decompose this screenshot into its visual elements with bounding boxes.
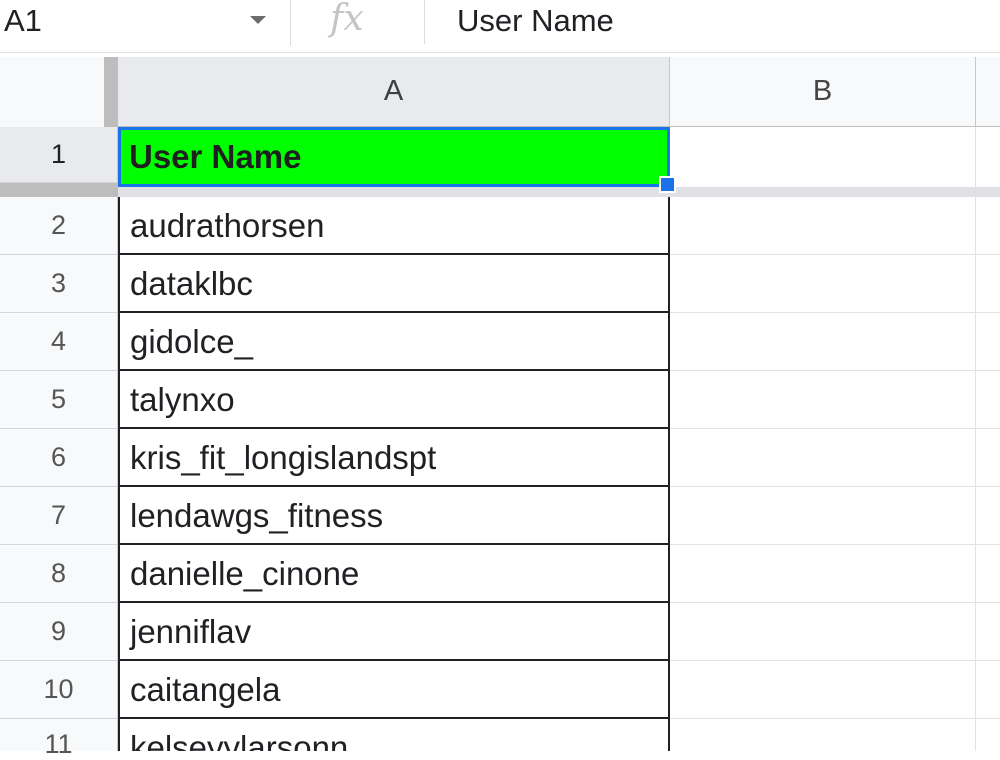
row-header[interactable]: 5 bbox=[0, 371, 118, 429]
formula-input[interactable]: User Name bbox=[457, 2, 614, 40]
row-freeze-handle[interactable] bbox=[118, 187, 1000, 197]
cell-c[interactable] bbox=[976, 429, 1000, 487]
cell-c[interactable] bbox=[976, 371, 1000, 429]
divider bbox=[290, 0, 291, 46]
cell-b[interactable] bbox=[670, 603, 976, 661]
select-all-corner[interactable] bbox=[0, 57, 105, 128]
cell-c1[interactable] bbox=[976, 127, 1000, 187]
row-header[interactable]: 9 bbox=[0, 603, 118, 661]
column-header-a[interactable]: A bbox=[118, 57, 670, 127]
cell-b[interactable] bbox=[670, 429, 976, 487]
cell-a[interactable]: gidolce_ bbox=[118, 313, 670, 371]
row-header[interactable]: 2 bbox=[0, 197, 118, 255]
cell-b[interactable] bbox=[670, 255, 976, 313]
row-header[interactable]: 4 bbox=[0, 313, 118, 371]
cell-a[interactable]: kelseyylarsonn bbox=[118, 719, 670, 751]
cell-c[interactable] bbox=[976, 545, 1000, 603]
row-header[interactable]: 3 bbox=[0, 255, 118, 313]
fill-handle[interactable] bbox=[659, 176, 676, 193]
cell-c[interactable] bbox=[976, 603, 1000, 661]
row-header[interactable]: 6 bbox=[0, 429, 118, 487]
divider bbox=[424, 0, 425, 44]
row-header[interactable]: 11 bbox=[0, 719, 118, 759]
cell-a[interactable]: caitangela bbox=[118, 661, 670, 719]
row-freeze-handle[interactable] bbox=[0, 183, 118, 197]
cell-c[interactable] bbox=[976, 197, 1000, 255]
cell-b[interactable] bbox=[670, 545, 976, 603]
column-header-b[interactable]: B bbox=[670, 57, 976, 127]
cell-b[interactable] bbox=[670, 371, 976, 429]
cell-a[interactable]: kris_fit_longislandspt bbox=[118, 429, 670, 487]
cell-a[interactable]: audrathorsen bbox=[118, 197, 670, 255]
cell-b1[interactable] bbox=[670, 127, 976, 187]
cell-b[interactable] bbox=[670, 197, 976, 255]
cell-b[interactable] bbox=[670, 661, 976, 719]
column-header-c[interactable] bbox=[976, 57, 1000, 127]
cell-b[interactable] bbox=[670, 313, 976, 371]
cell-a1[interactable]: User Name bbox=[118, 127, 670, 187]
cell-a[interactable]: talynxo bbox=[118, 371, 670, 429]
row-header-1[interactable]: 1 bbox=[0, 127, 118, 183]
fx-icon: fx bbox=[330, 0, 364, 39]
name-box[interactable]: A1 bbox=[0, 0, 290, 52]
row-header[interactable]: 8 bbox=[0, 545, 118, 603]
cell-c[interactable] bbox=[976, 487, 1000, 545]
name-box-value: A1 bbox=[4, 3, 42, 38]
cell-c[interactable] bbox=[976, 255, 1000, 313]
row-header[interactable]: 10 bbox=[0, 661, 118, 719]
cell-c[interactable] bbox=[976, 313, 1000, 371]
cell-b[interactable] bbox=[670, 719, 976, 751]
cell-a[interactable]: lendawgs_fitness bbox=[118, 487, 670, 545]
cell-a[interactable]: dataklbc bbox=[118, 255, 670, 313]
column-freeze-handle[interactable] bbox=[104, 57, 118, 127]
chevron-down-icon[interactable] bbox=[250, 16, 266, 24]
cell-a[interactable]: danielle_cinone bbox=[118, 545, 670, 603]
cell-c[interactable] bbox=[976, 661, 1000, 719]
row-header[interactable]: 7 bbox=[0, 487, 118, 545]
cell-b[interactable] bbox=[670, 487, 976, 545]
cell-c[interactable] bbox=[976, 719, 1000, 751]
cell-a[interactable]: jenniflav bbox=[118, 603, 670, 661]
formula-bar: A1 fx User Name bbox=[0, 0, 1000, 53]
